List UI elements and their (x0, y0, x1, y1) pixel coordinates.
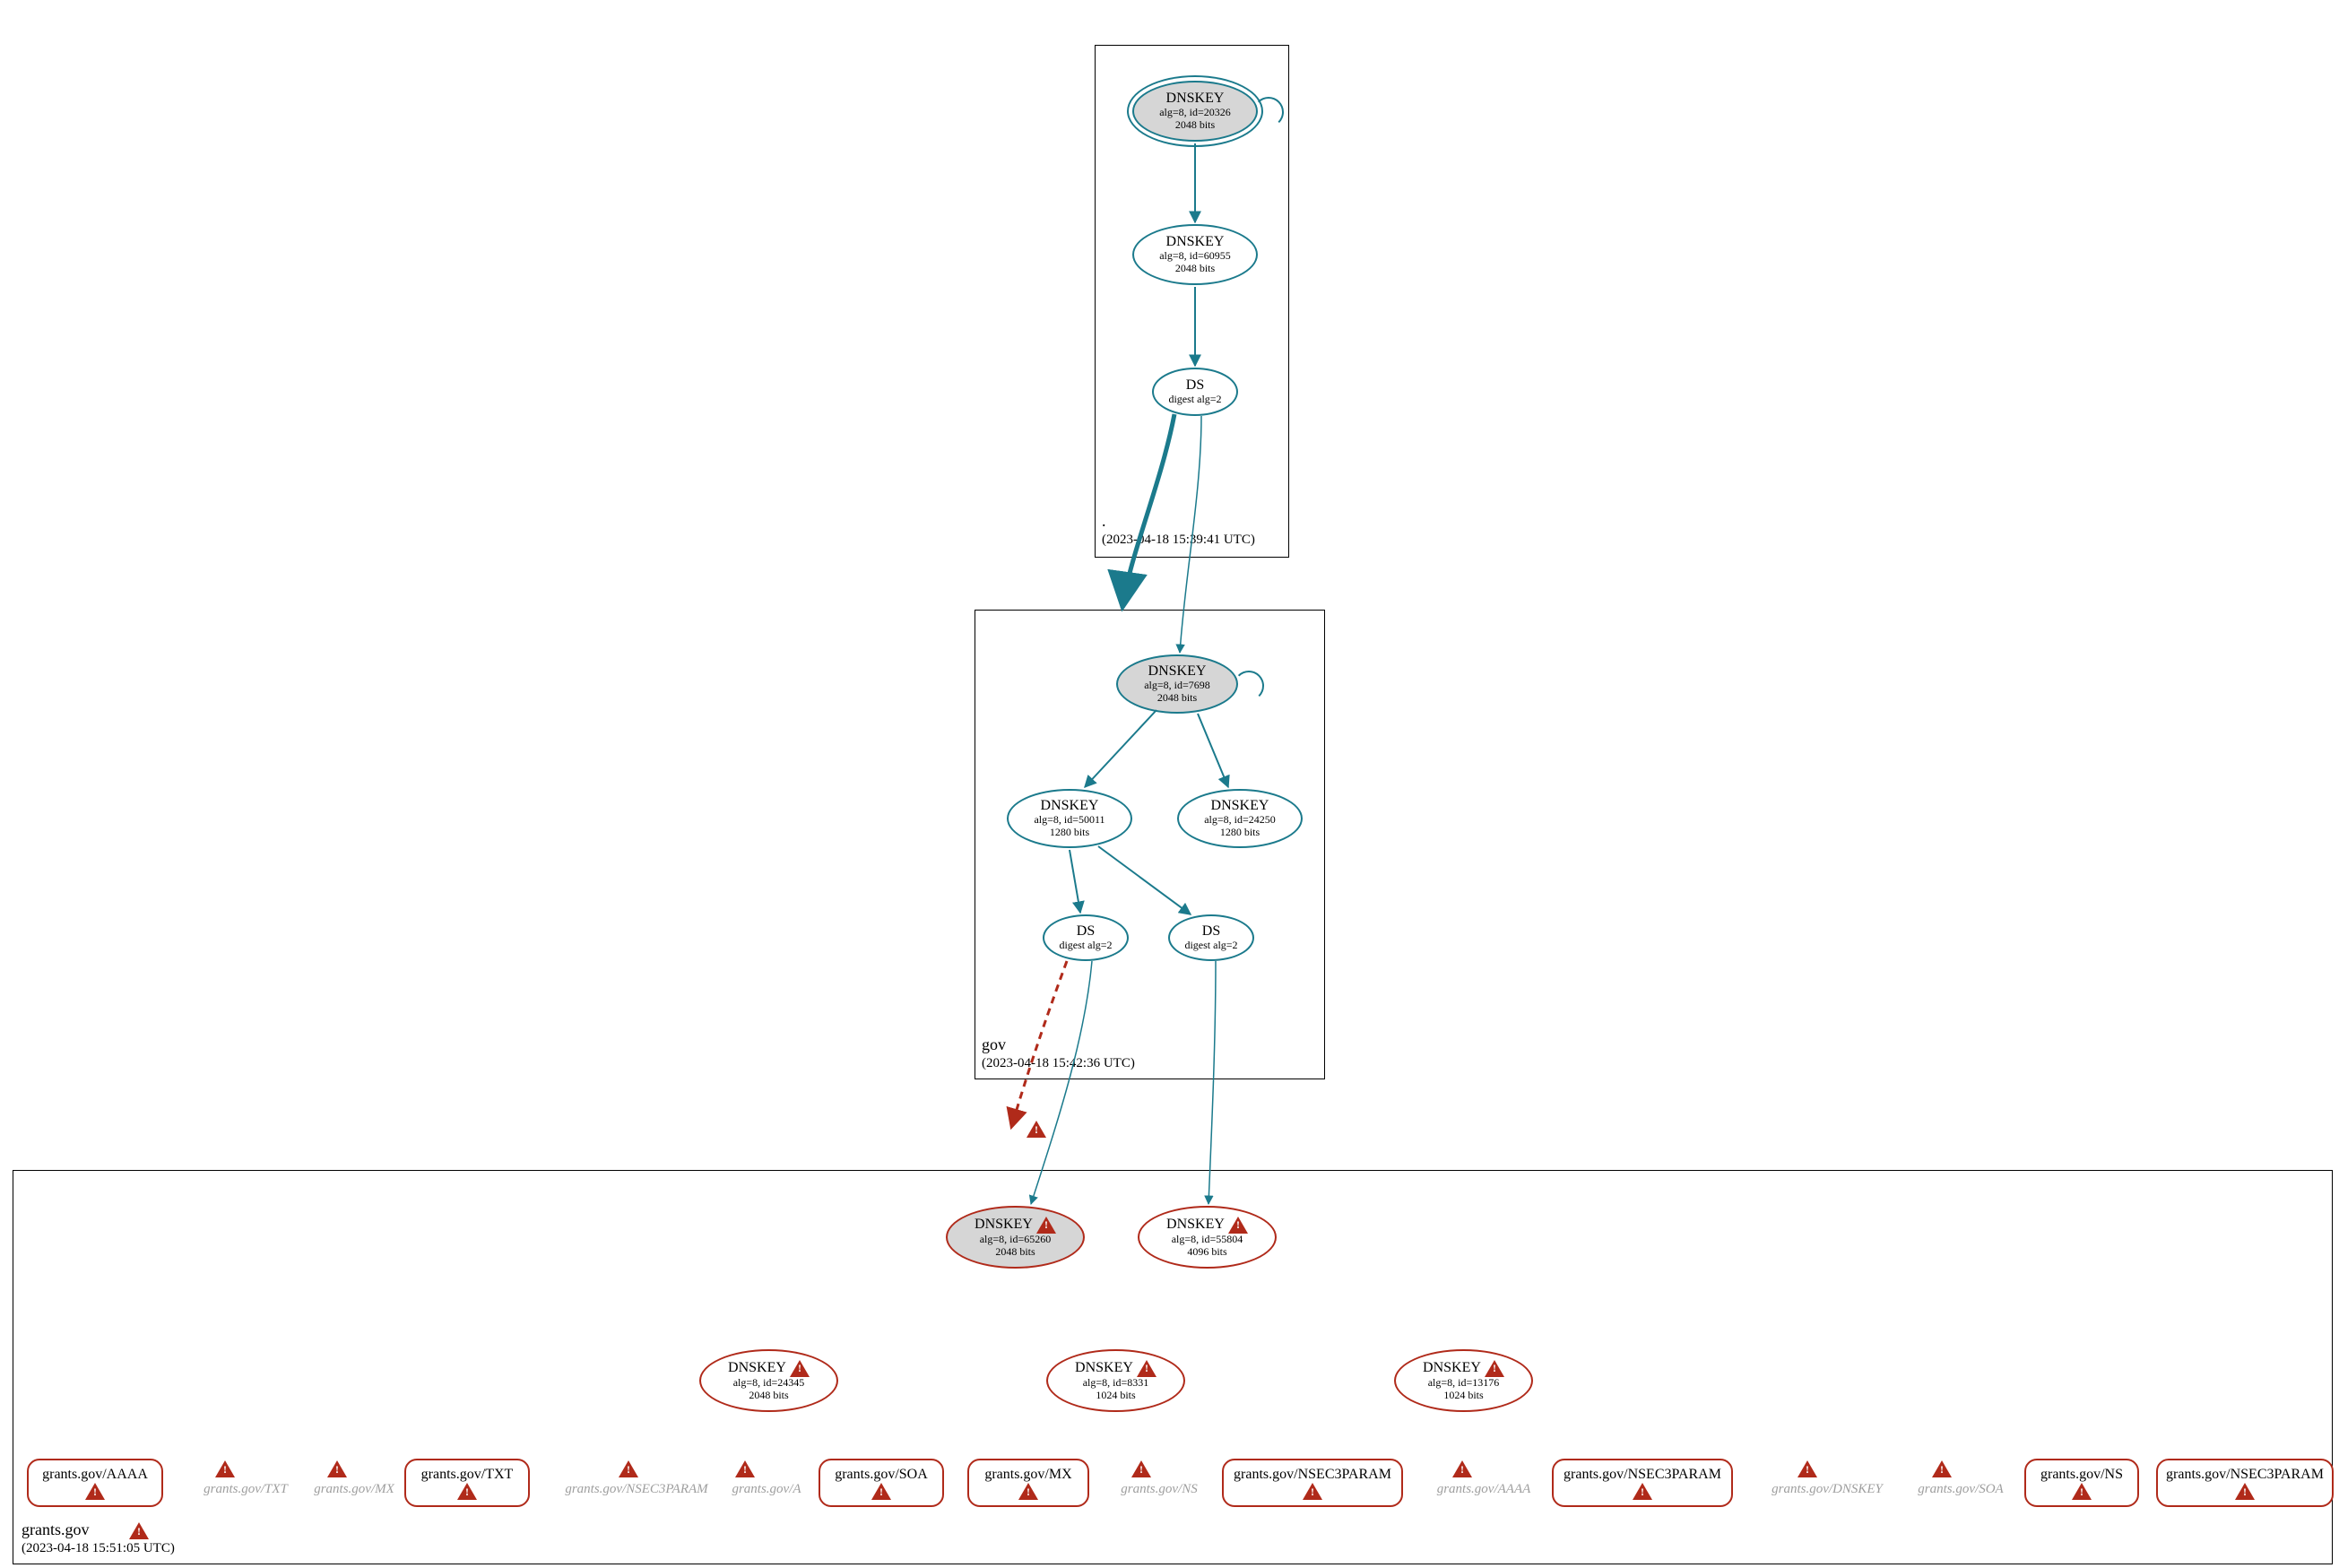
edges-layer (0, 0, 2339, 1568)
